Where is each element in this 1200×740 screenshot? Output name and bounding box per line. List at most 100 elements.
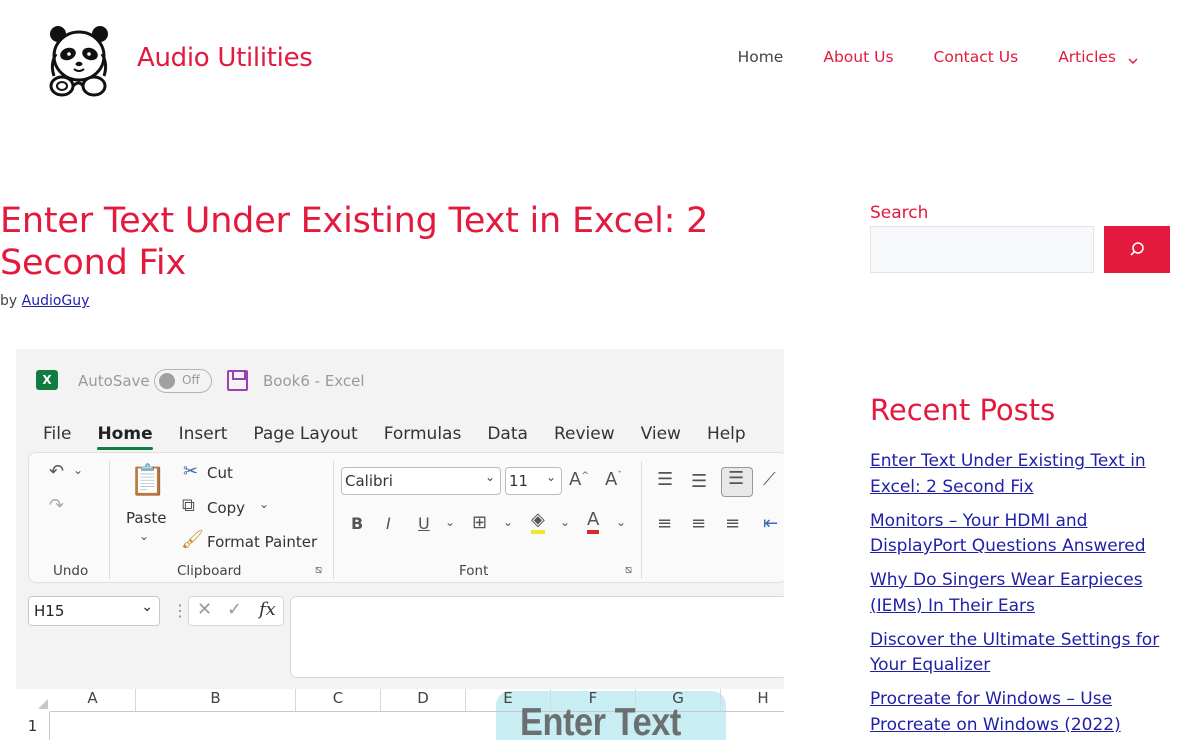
font-group-label: Font [459, 563, 489, 579]
increase-font-icon: A^ [569, 469, 589, 490]
excel-tab-review: Review [553, 424, 615, 444]
format-painter-label: Format Painter [207, 533, 318, 551]
recent-posts-title: Recent Posts [870, 393, 1056, 427]
autosave-toggle: Off [154, 369, 212, 393]
toggle-knob [159, 373, 175, 389]
cut-icon: ✂ [183, 461, 199, 482]
formula-input [290, 596, 784, 678]
chevron-down-icon: ⌄ [259, 497, 270, 511]
list-item: Why Do Singers Wear Earpieces (IEMs) In … [870, 568, 1170, 619]
decrease-font-icon: Aˇ [605, 469, 622, 490]
align-right-icon: ≡ [725, 513, 741, 534]
excel-titlebar: X AutoSave Off Book6 - Excel [16, 349, 784, 413]
format-painter-icon: 🖌 [181, 529, 204, 550]
nav-home[interactable]: Home [738, 48, 784, 66]
recent-post-link[interactable]: Why Do Singers Wear Earpieces (IEMs) In … [870, 570, 1143, 616]
chevron-down-icon: ⌄ [445, 515, 456, 529]
align-middle-icon: ☰ [691, 471, 708, 492]
excel-tab-data: Data [487, 424, 528, 444]
undo-group-label: Undo [53, 563, 89, 579]
autosave-label: AutoSave [78, 372, 150, 390]
overlay-text: Enter Text [520, 701, 681, 740]
list-item: Monitors – Your HDMI and DisplayPort Que… [870, 509, 1170, 560]
chevron-down-icon: ⌄ [560, 515, 571, 529]
excel-tab-home: Home [97, 424, 153, 450]
column-header: D [381, 689, 466, 711]
bold-icon: B [351, 514, 364, 533]
clipboard-group-label: Clipboard [177, 563, 242, 579]
author-link[interactable]: AudioGuy [22, 293, 90, 309]
align-center-icon: ≡ [691, 513, 707, 534]
chevron-down-icon: ⌄ [545, 470, 556, 484]
toggle-label: Off [182, 373, 200, 387]
chevron-down-icon: ⌄ [616, 515, 627, 529]
featured-image-excel-screenshot: X AutoSave Off Book6 - Excel File Home I… [16, 349, 784, 740]
workbook-title: Book6 - Excel [263, 372, 365, 390]
font-size-box: 11 ⌄ [505, 467, 562, 495]
font-color-icon: A [587, 510, 600, 534]
paste-label: Paste [126, 509, 167, 527]
chevron-down-icon: ⌄ [503, 515, 514, 529]
recent-post-link[interactable]: Discover the Ultimate Settings for Your … [870, 630, 1159, 676]
excel-tab-formulas: Formulas [383, 424, 462, 444]
excel-ribbon-tabs: File Home Insert Page Layout Formulas Da… [43, 424, 772, 450]
chevron-down-icon[interactable] [1128, 52, 1138, 65]
undo-icon: ↶ [49, 461, 65, 482]
article-title: Enter Text Under Existing Text in Excel:… [0, 201, 709, 283]
fill-color-icon: ◈ [531, 510, 545, 534]
font-name-box: Calibri ⌄ [341, 467, 501, 495]
excel-tab-insert: Insert [178, 424, 228, 444]
excel-tab-view: View [640, 424, 681, 444]
align-left-icon: ≡ [657, 513, 673, 534]
align-top-icon: ☰ [657, 469, 674, 490]
nav-articles-label: Articles [1058, 48, 1116, 66]
site-title[interactable]: Audio Utilities [137, 43, 313, 73]
underline-icon: U [418, 514, 430, 533]
nav-articles[interactable]: Articles [1058, 48, 1138, 66]
save-icon [227, 370, 248, 391]
nav-about-us[interactable]: About Us [823, 48, 893, 66]
copy-icon: ⧉ [182, 495, 195, 516]
search-label: Search [870, 203, 929, 223]
formula-buttons: ✕ ✓ fx [188, 596, 284, 626]
search-button[interactable] [1104, 226, 1170, 273]
ribbon-divider [333, 461, 334, 579]
align-bottom-icon: ☰ [721, 467, 753, 497]
column-header: C [296, 689, 381, 711]
nav-contact-us[interactable]: Contact Us [934, 48, 1019, 66]
fx-icon: fx [259, 599, 276, 620]
cut-label: Cut [207, 464, 233, 482]
column-header: H [721, 689, 784, 711]
site-header: Audio Utilities Home About Us Contact Us… [0, 0, 1200, 120]
column-header: A [50, 689, 136, 711]
search-input[interactable] [870, 226, 1094, 273]
cancel-icon: ✕ [197, 599, 213, 620]
borders-icon: ⊞ [472, 512, 488, 533]
name-box: H15 ⌄ [28, 596, 160, 626]
redo-icon: ↷ [49, 495, 65, 516]
search-icon [1130, 242, 1144, 256]
select-all-corner [16, 689, 50, 711]
orientation-icon: ⟋ [763, 469, 776, 490]
name-box-value: H15 [34, 602, 65, 620]
dialog-launcher-icon: ⧅ [315, 563, 322, 576]
recent-post-link[interactable]: Procreate for Windows – Use Procreate on… [870, 689, 1121, 735]
row-header: 1 [16, 712, 50, 740]
panda-headphones-logo[interactable] [46, 24, 112, 98]
byline: by AudioGuy [0, 293, 89, 309]
byline-prefix: by [0, 293, 18, 309]
main-nav: Home About Us Contact Us Articles [738, 48, 1200, 66]
recent-post-link[interactable]: Monitors – Your HDMI and DisplayPort Que… [870, 511, 1146, 557]
excel-logo-icon: X [36, 370, 58, 390]
recent-post-link[interactable]: Enter Text Under Existing Text in Excel:… [870, 451, 1146, 497]
chevron-down-icon: ⌄ [73, 463, 84, 477]
more-options-icon: ⋮ [172, 601, 188, 620]
chevron-down-icon: ⌄ [484, 470, 495, 484]
recent-posts-list: Enter Text Under Existing Text in Excel:… [870, 449, 1170, 740]
excel-tab-help: Help [706, 424, 746, 444]
excel-ribbon: ↶ ⌄ ↷ Undo 📋 Paste ⌄ ✂ Cut ⧉ Copy ⌄ 🖌 Fo… [28, 452, 784, 583]
column-header: B [136, 689, 296, 711]
list-item: Enter Text Under Existing Text in Excel:… [870, 449, 1170, 500]
copy-label: Copy [207, 499, 246, 517]
excel-formula-bar: H15 ⌄ ⋮ ✕ ✓ fx [28, 596, 784, 680]
